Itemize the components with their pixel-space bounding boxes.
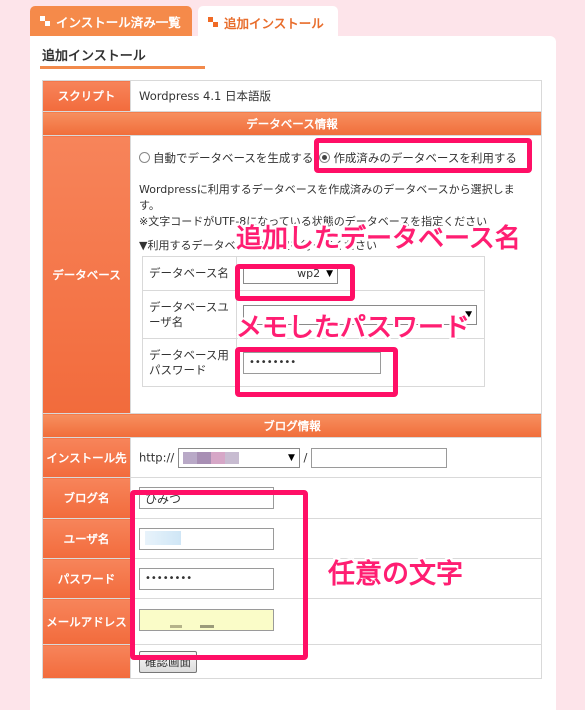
script-label: スクリプト (42, 80, 131, 112)
blog-name-input[interactable]: ひみつ (139, 487, 274, 509)
db-name-select[interactable]: wp2 ▼ (243, 263, 338, 284)
radio-existing-icon[interactable] (319, 152, 331, 163)
domain-masked (182, 451, 239, 464)
db-mode-radios: 自動でデータベースを生成する 作成済みのデータベースを利用する (139, 144, 535, 172)
email-masked-mark (170, 625, 182, 628)
password-label: パスワード (42, 558, 131, 599)
db-name-label: データベース名 (142, 256, 237, 291)
tab-label: 追加インストール (224, 15, 324, 31)
radio-auto-label: 自動でデータベースを生成する (153, 151, 314, 165)
dropdown-arrow-icon: ▼ (326, 268, 333, 279)
username-input[interactable] (139, 527, 274, 550)
tab-label: インストール済み一覧 (56, 14, 181, 30)
radio-auto[interactable]: 自動でデータベースを生成する (139, 150, 313, 166)
blog-name-label: ブログ名 (42, 477, 131, 519)
database-label: データベース (42, 135, 131, 414)
page-title: 追加インストール (42, 49, 146, 64)
annotation-db-name: 追加したデータベース名 (236, 224, 521, 254)
password-input[interactable]: •••••••• (139, 567, 274, 590)
dropdown-arrow-icon: ▼ (287, 452, 295, 463)
confirm-button[interactable]: 確認画面 (139, 650, 197, 673)
install-dir-input[interactable] (311, 447, 448, 468)
db-user-label: データベースユーザ名 (142, 290, 237, 339)
radio-existing[interactable]: 作成済みのデータベースを利用する (319, 150, 517, 166)
tab-add-install[interactable]: 追加インストール (198, 6, 338, 38)
install-form: スクリプト Wordpress 4.1 日本語版 データベース情報 データベース… (42, 80, 542, 679)
radio-existing-label: 作成済みのデータベースを利用する (333, 151, 517, 165)
email-masked-mark (200, 625, 214, 628)
domain-select[interactable]: ▼ (177, 447, 300, 468)
content-panel: 追加インストール スクリプト Wordpress 4.1 日本語版 データベース… (30, 36, 556, 710)
radio-auto-icon[interactable] (139, 152, 150, 163)
title-underline (40, 66, 205, 69)
tab-installed-list[interactable]: インストール済み一覧 (30, 6, 192, 36)
empty-label (42, 644, 131, 679)
username-label: ユーザ名 (42, 518, 131, 559)
db-pass-input[interactable]: •••••••• (243, 351, 381, 374)
username-masked (145, 530, 181, 545)
annotation-password: メモしたパスワード (236, 313, 471, 343)
tab-bullet-icon (208, 17, 218, 27)
email-input[interactable] (139, 609, 274, 631)
annotation-free-text: 任意の文字 (328, 559, 463, 590)
tab-bullet-icon (40, 16, 50, 26)
db-name-value: wp2 (297, 267, 321, 280)
install-prefix: http:// (139, 450, 175, 464)
script-value: Wordpress 4.1 日本語版 (130, 80, 542, 112)
blog-section-header: ブログ情報 (42, 413, 542, 438)
db-note-1: Wordpressに利用するデータベースを作成済みのデータベースから選択します。 (139, 183, 515, 212)
db-pass-label: データベース用パスワード (142, 338, 237, 387)
install-dest-label: インストール先 (42, 437, 131, 478)
email-label: メールアドレス (42, 598, 131, 645)
db-section-header: データベース情報 (42, 111, 542, 136)
install-sep: / (303, 450, 308, 464)
